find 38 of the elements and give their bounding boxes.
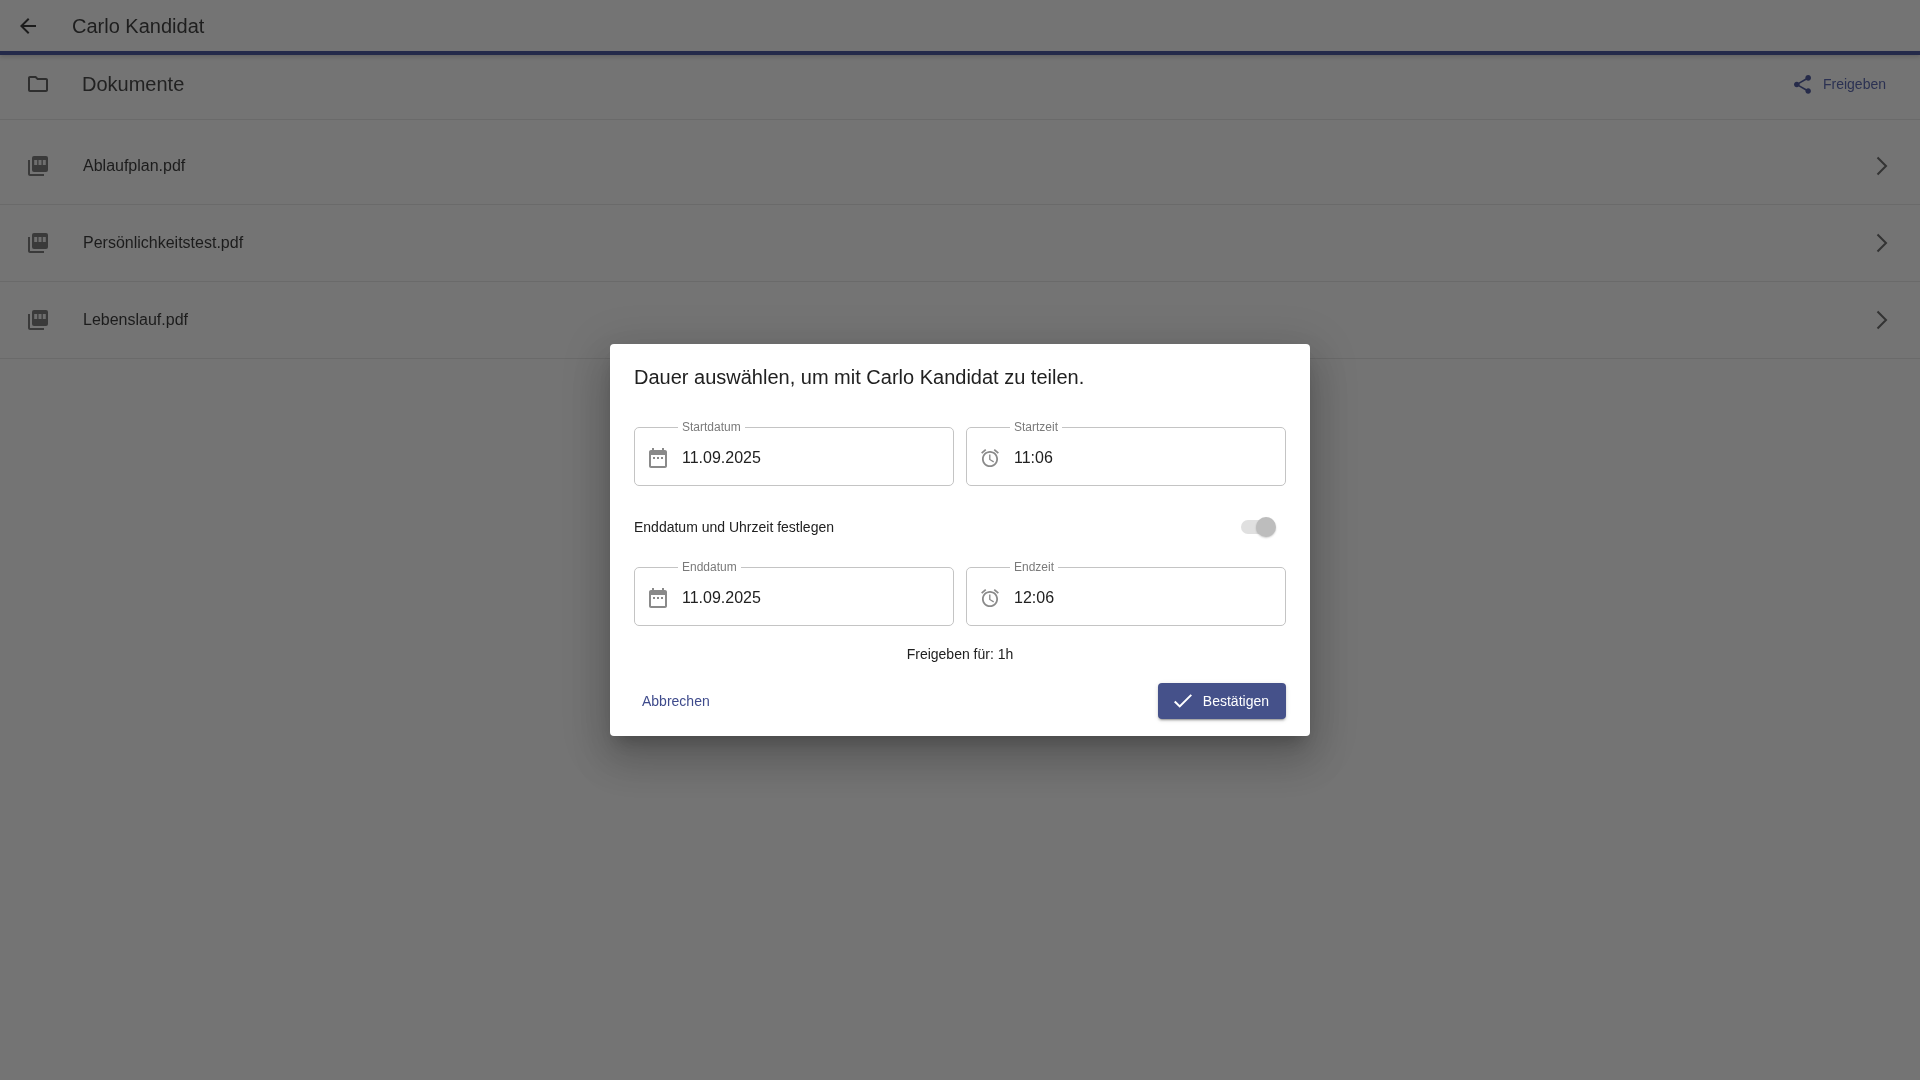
file-stack-icon bbox=[28, 156, 48, 176]
time-input[interactable]: 11:06 bbox=[1014, 447, 1271, 468]
file-list-item[interactable]: Ablaufplan.pdf bbox=[0, 128, 1920, 205]
confirm-button[interactable]: Bestätigen bbox=[1157, 683, 1286, 719]
page-title: Carlo Kandidat bbox=[72, 13, 205, 38]
chevron-right-icon bbox=[1876, 233, 1888, 253]
calendar-icon bbox=[649, 447, 667, 468]
file-list-item[interactable]: Persönlichkeitstest.pdf bbox=[0, 205, 1920, 282]
share-duration-text: Freigeben für: 1h bbox=[905, 645, 1015, 664]
arrow-left-icon bbox=[20, 17, 36, 34]
date-field[interactable]: Startdatum 11.09.2025 bbox=[634, 420, 954, 486]
time-field[interactable]: Startzeit 11:06 bbox=[966, 420, 1286, 486]
field-label: Endzeit bbox=[1013, 560, 1056, 574]
file-stack-icon bbox=[28, 233, 48, 253]
toggle-label: Enddatum und Uhrzeit festlegen bbox=[634, 518, 834, 537]
chevron-right-icon bbox=[1876, 310, 1888, 330]
date-input[interactable]: 11.09.2025 bbox=[682, 447, 939, 468]
file-name: Lebenslauf.pdf bbox=[83, 310, 189, 330]
folder-icon bbox=[28, 76, 48, 92]
cancel-button[interactable]: Abbrechen bbox=[634, 683, 718, 719]
folder-title: Dokumente bbox=[82, 72, 186, 96]
share-icon bbox=[1793, 74, 1811, 94]
field-label: Startdatum bbox=[681, 420, 742, 434]
field-label: Startzeit bbox=[1013, 420, 1059, 434]
file-name: Persönlichkeitstest.pdf bbox=[83, 233, 245, 253]
time-field[interactable]: Endzeit 12:06 bbox=[966, 560, 1286, 626]
check-icon bbox=[1173, 694, 1192, 708]
calendar-icon bbox=[649, 587, 667, 608]
date-input[interactable]: 11.09.2025 bbox=[682, 587, 939, 608]
date-field[interactable]: Enddatum 11.09.2025 bbox=[634, 560, 954, 626]
alarm-clock-icon bbox=[981, 448, 999, 467]
time-input[interactable]: 12:06 bbox=[1014, 587, 1271, 608]
file-stack-icon bbox=[28, 310, 48, 330]
chevron-right-icon bbox=[1876, 156, 1888, 176]
file-name: Ablaufplan.pdf bbox=[83, 156, 187, 176]
dialog-title: Dauer auswählen, um mit Carlo Kandidat zu teilen. bbox=[634, 365, 1086, 389]
field-label: Enddatum bbox=[681, 560, 738, 574]
alarm-clock-icon bbox=[981, 588, 999, 607]
